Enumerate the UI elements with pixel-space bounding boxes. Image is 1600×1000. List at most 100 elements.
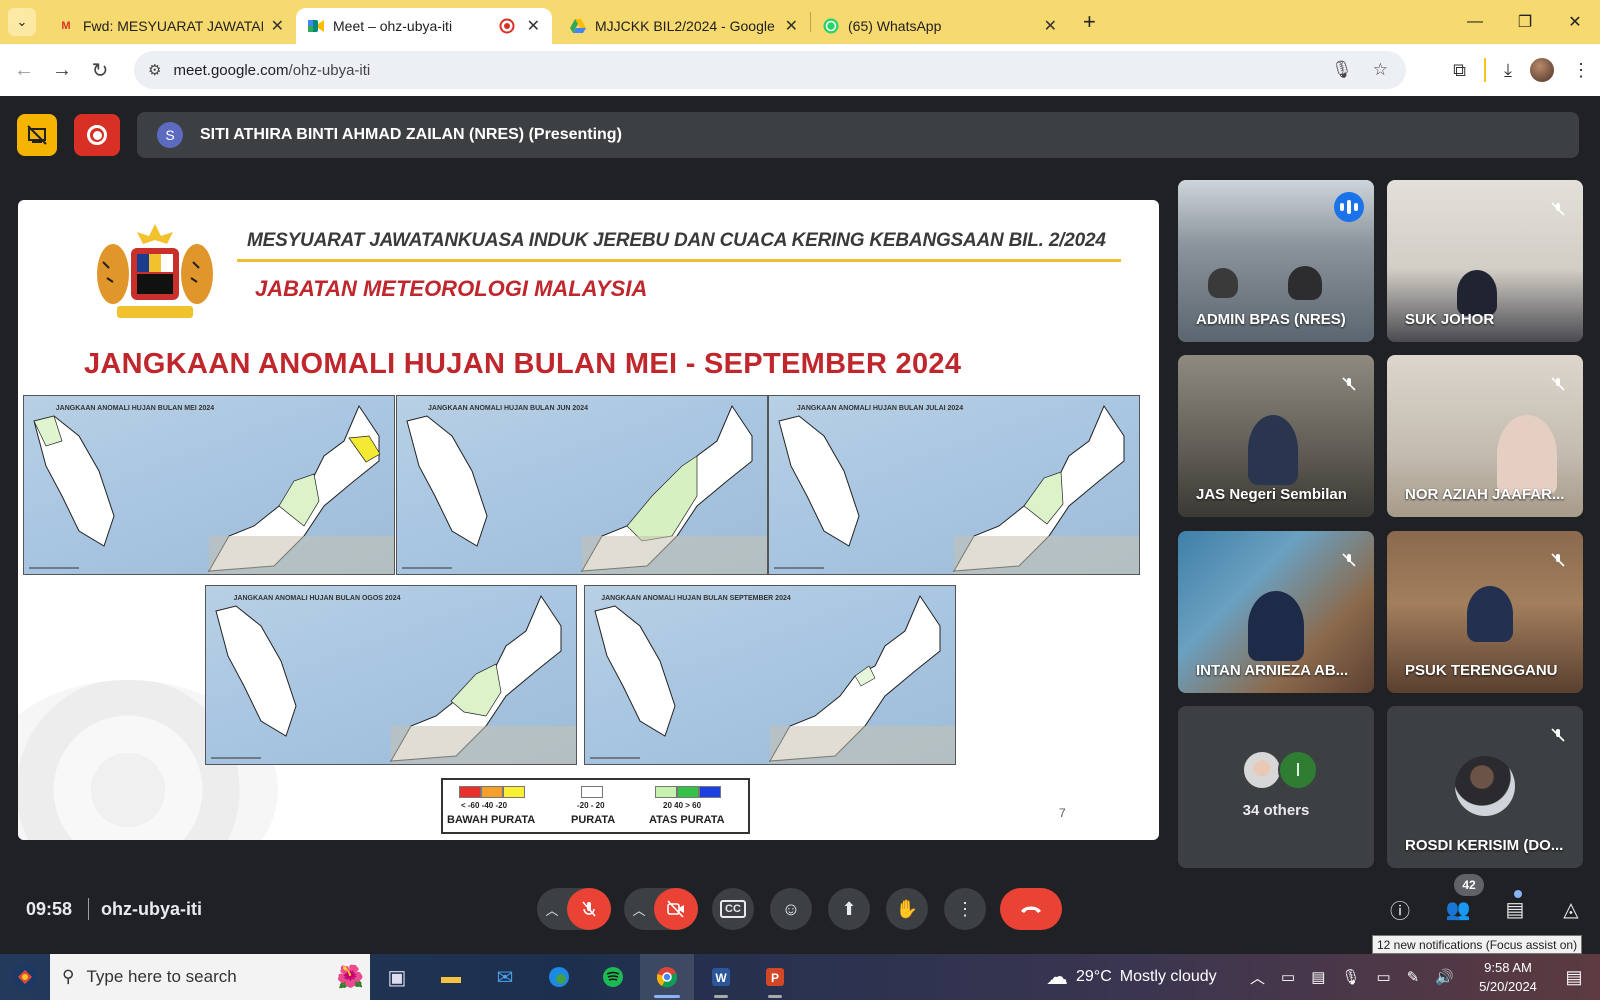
participant-tile[interactable]: SUK JOHOR [1387,180,1583,342]
participant-tile[interactable]: INTAN ARNIEZA AB... [1178,531,1374,693]
tab-meet[interactable]: Meet – ohz-ubya-iti ✕ [296,8,552,44]
participant-figure [1208,268,1238,298]
close-tab-icon[interactable]: ✕ [785,16,798,36]
participant-tile[interactable]: JAS Negeri Sembilan [1178,355,1374,517]
tab-search-chevron-icon[interactable]: ⌄ [8,8,36,36]
battery-icon[interactable]: ▭ [1376,968,1390,986]
leave-call-button[interactable] [1000,888,1062,930]
slide-meeting-title: MESYUARAT JAWATANKUASA INDUK JEREBU DAN … [247,230,1106,251]
title-underline [237,259,1121,262]
mic-control[interactable]: ︿ [537,888,611,930]
camera-control[interactable]: ︿ [624,888,698,930]
raise-hand-button[interactable]: ✋ [886,888,928,930]
gmail-icon: M [61,20,71,32]
tab-gmail[interactable]: M Fwd: MESYUARAT JAWATANKUA ✕ [46,8,296,44]
taskbar-search[interactable]: ⚲ Type here to search 🌺 [50,954,370,1000]
system-clock[interactable]: 9:58 AM 5/20/2024 [1468,958,1548,996]
start-button[interactable] [0,954,50,1000]
meet-tray-icon[interactable]: ▭ [1281,968,1295,986]
meet-icon [308,18,324,34]
captions-button[interactable]: CC [712,888,754,930]
reactions-button[interactable]: ☺ [770,888,812,930]
network-share-icon[interactable]: ▤ [1311,968,1325,986]
microphone-tray-icon[interactable]: 🎙 [1341,968,1360,986]
participant-tile[interactable]: ROSDI KERISIM (DO... [1387,706,1583,868]
address-bar[interactable]: ⚙ meet.google.com/ohz-ubya-iti 🎙 ☆ [134,51,1406,89]
show-hidden-icons-chevron-icon[interactable]: ︿ [1250,967,1265,988]
map-july: JANGKAAN ANOMALI HUJAN BULAN JULAI 2024 [768,395,1140,575]
audio-options-chevron-icon[interactable]: ︿ [537,900,567,919]
volume-icon[interactable]: 🔊 [1435,968,1454,986]
file-explorer-icon[interactable]: ▬ [424,954,478,1000]
tab-drive[interactable]: MJJCKK BIL2/2024 - Google Dr ✕ [558,8,810,44]
restore-icon[interactable]: ❐ [1500,0,1550,44]
participant-tile[interactable]: NOR AZIAH JAAFAR... [1387,355,1583,517]
back-icon[interactable]: ← [5,59,43,82]
forward-icon[interactable]: → [43,59,81,82]
participant-tile[interactable]: PSUK TERENGGANU [1387,531,1583,693]
legend-swatch [459,786,481,798]
participant-tile[interactable]: ADMIN BPAS (NRES) [1178,180,1374,342]
close-window-icon[interactable]: ✕ [1550,0,1600,44]
camera-off-icon[interactable] [654,888,698,930]
tab-whatsapp[interactable]: (65) WhatsApp ✕ [811,8,1069,44]
chrome-icon[interactable] [640,954,694,1000]
microphone-icon[interactable]: 🎙 [1331,60,1353,80]
download-icon[interactable]: ⤓ [1504,60,1512,81]
site-info-icon[interactable]: ⚙ [148,61,161,79]
people-button[interactable]: 👥 [1437,888,1479,930]
profile-avatar[interactable] [1530,58,1554,82]
legend-below-label: BAWAH PURATA [447,814,536,826]
search-highlight-icon: 🌺 [336,964,364,989]
new-tab-button[interactable]: + [1083,9,1096,35]
hide-captions-toggle[interactable] [17,114,57,156]
emoji-icon: ☺ [781,898,801,919]
participant-figure [1497,415,1557,495]
system-tray: ︿ ▭ ▤ 🎙 ▭ ✎ 🔊 [1250,954,1454,1000]
present-button[interactable]: ⬆ [828,888,870,930]
more-options-button[interactable]: ⋮ [944,888,986,930]
map-legend: < -60 -40 -20 BAWAH PURATA -20 - 20 PURA… [441,778,750,834]
others-tile[interactable]: I 34 others [1178,706,1374,868]
minimize-icon[interactable]: — [1450,0,1500,44]
mic-off-icon[interactable] [567,888,611,930]
recording-button[interactable] [74,114,120,156]
url-text: meet.google.com/ohz-ubya-iti [173,61,371,79]
close-tab-icon[interactable]: ✕ [271,16,284,36]
closed-captions-icon: CC [720,900,746,918]
participant-figure [1288,266,1322,300]
muted-mic-icon [1336,371,1362,397]
svg-text:W: W [715,971,727,985]
legend-swatch [481,786,503,798]
close-tab-icon[interactable]: ✕ [1044,16,1057,36]
cloudy-weather-icon: ☁ [1046,964,1068,989]
more-vert-icon: ⋮ [956,898,974,919]
notification-tooltip: 12 new notifications (Focus assist on) [1372,935,1583,954]
task-view-icon[interactable]: ▣ [370,954,424,1000]
meeting-details-button[interactable]: ⓘ [1379,888,1421,930]
spotify-icon[interactable] [586,954,640,1000]
activities-icon: ◬ [1563,898,1579,921]
record-icon [87,125,107,145]
participant-avatar: I [1278,750,1318,790]
participant-avatar [1242,750,1282,790]
weather-widget[interactable]: ☁ 29°C Mostly cloudy [1046,954,1217,1000]
legend-swatch [503,786,525,798]
legend-swatch [655,786,677,798]
powerpoint-icon[interactable]: P [748,954,802,1000]
mail-icon[interactable]: ✉ [478,954,532,1000]
activities-button[interactable]: ◬ [1550,888,1592,930]
reload-icon[interactable]: ↻ [81,58,119,83]
extensions-icon[interactable]: ⧉ [1453,60,1466,81]
video-options-chevron-icon[interactable]: ︿ [624,900,654,919]
menu-kebab-icon[interactable]: ⋮ [1572,60,1590,81]
pen-icon[interactable]: ✎ [1407,968,1420,986]
edge-icon[interactable] [532,954,586,1000]
word-icon[interactable]: W [694,954,748,1000]
close-tab-icon[interactable]: ✕ [527,16,540,36]
notification-center-icon[interactable]: ▤ [1548,954,1600,1000]
search-icon: ⚲ [62,967,75,986]
people-icon: 👥 [1445,898,1471,921]
bookmark-star-icon[interactable]: ☆ [1373,60,1388,80]
browser-tab-bar: ⌄ M Fwd: MESYUARAT JAWATANKUA ✕ Meet – o… [0,0,1600,44]
